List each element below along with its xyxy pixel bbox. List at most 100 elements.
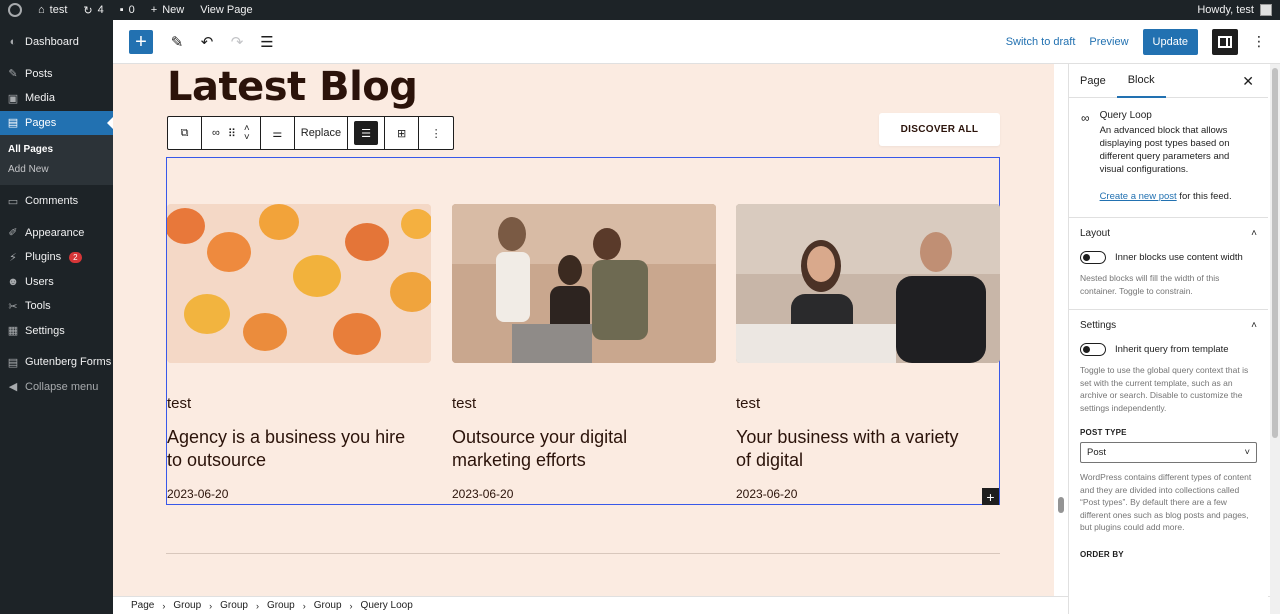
post-featured-image[interactable] xyxy=(452,204,716,363)
media-icon: ▣ xyxy=(7,92,19,105)
sidebar-item-gutenberg-forms[interactable]: ▤ Gutenberg Forms xyxy=(0,350,113,375)
breadcrumb-item[interactable]: Group xyxy=(220,600,248,611)
meeting-image xyxy=(736,204,1000,363)
sidebar-item-dashboard[interactable]: ◐ Dashboard xyxy=(0,30,113,55)
options-menu-button[interactable]: ⋮ xyxy=(1252,33,1266,50)
wrench-icon: ✂ xyxy=(8,300,18,313)
close-settings-button[interactable]: ✕ xyxy=(1242,73,1254,90)
list-layout-icon: ☰ xyxy=(354,121,379,145)
block-card: ∞ Query Loop An advanced block that allo… xyxy=(1069,98,1268,218)
discover-all-button[interactable]: DISCOVER ALL xyxy=(879,113,1000,146)
avatar xyxy=(1260,4,1272,16)
post-type-label: POST TYPE xyxy=(1080,428,1127,437)
home-icon: ⌂ xyxy=(38,4,45,16)
post-title[interactable]: Outsource your digital marketing efforts xyxy=(452,426,692,472)
list-view-layout-button[interactable]: ☰ xyxy=(348,117,386,149)
breadcrumb-item[interactable]: Group xyxy=(314,600,342,611)
list-view-button[interactable]: ☰ xyxy=(255,30,279,54)
brush-icon: ✐ xyxy=(8,227,18,240)
update-button[interactable]: Update xyxy=(1142,28,1198,55)
settings-panel-header[interactable]: Settings ˄ xyxy=(1080,320,1257,331)
inherit-query-toggle[interactable] xyxy=(1080,343,1106,356)
post-card[interactable]: test Your business with a variety of dig… xyxy=(736,204,1000,501)
plus-icon: + xyxy=(986,488,995,505)
post-date[interactable]: 2023-06-20 xyxy=(736,487,797,501)
grid-view-layout-button[interactable]: ⊞ xyxy=(385,117,420,149)
sidebar-item-users[interactable]: ☻ Users xyxy=(0,270,113,295)
pin-icon: ✎ xyxy=(8,68,18,81)
move-arrows[interactable]: ˄ ˅ xyxy=(244,124,250,143)
sidebar-item-appearance[interactable]: ✐ Appearance xyxy=(0,221,113,246)
view-page-link[interactable]: View Page xyxy=(192,0,260,20)
post-type-help-text: WordPress contains different types of co… xyxy=(1080,472,1252,532)
plugins-update-badge: 2 xyxy=(69,251,82,263)
switch-to-draft-button[interactable]: Switch to draft xyxy=(1006,36,1076,48)
wordpress-logo-button[interactable] xyxy=(0,0,30,20)
editor-toolbar: + ✎ ↶ ↷ ☰ Switch to draft Preview Update… xyxy=(113,20,1280,64)
account-menu[interactable]: Howdy, test xyxy=(1197,4,1280,16)
post-card[interactable]: test Agency is a business you hire to ou… xyxy=(167,204,431,501)
sidebar-item-plugins[interactable]: ⚡ Plugins 2 xyxy=(0,245,113,270)
post-featured-image[interactable] xyxy=(167,204,431,363)
block-parent-selector-button[interactable]: ⧉ xyxy=(168,117,202,149)
separator xyxy=(166,553,1000,554)
sidebar-item-settings[interactable]: ▦ Settings xyxy=(0,319,113,344)
chevron-up-icon: ˄ xyxy=(1251,228,1257,239)
panel-scrollbar[interactable] xyxy=(1272,68,1278,438)
post-date[interactable]: 2023-06-20 xyxy=(452,487,513,501)
drag-handle-icon[interactable]: ⠿ xyxy=(228,127,236,140)
post-card[interactable]: test Outsource your digital marketing ef… xyxy=(452,204,716,501)
undo-button[interactable]: ↶ xyxy=(195,30,219,54)
sidebar-subitem-add-new[interactable]: Add New xyxy=(0,159,113,179)
breadcrumb-item[interactable]: Page xyxy=(131,600,154,611)
chevron-down-icon[interactable]: ˅ xyxy=(244,133,250,143)
updates-link[interactable]: ↻ 4 xyxy=(75,0,111,20)
post-author[interactable]: test xyxy=(736,395,760,412)
sidebar-item-media[interactable]: ▣ Media xyxy=(0,86,113,111)
sidebar-item-tools[interactable]: ✂ Tools xyxy=(0,294,113,319)
site-name-link[interactable]: ⌂ test xyxy=(30,0,75,20)
redo-button[interactable]: ↷ xyxy=(225,30,249,54)
list-view-icon: ☰ xyxy=(260,33,274,51)
sidebar-item-collapse[interactable]: ◀ Collapse menu xyxy=(0,375,113,400)
sidebar-subitem-all-pages[interactable]: All Pages xyxy=(0,139,113,159)
undo-icon: ↶ xyxy=(200,33,214,51)
comments-link[interactable]: ▪ 0 xyxy=(112,0,143,20)
post-date[interactable]: 2023-06-20 xyxy=(167,487,228,501)
display-settings-button[interactable]: ⚌ xyxy=(261,117,295,149)
breadcrumb-item[interactable]: Group xyxy=(173,600,201,611)
query-loop-block-icon[interactable]: ∞ xyxy=(212,127,220,139)
post-title[interactable]: Agency is a business you hire to outsour… xyxy=(167,426,407,472)
office-team-image xyxy=(452,204,716,363)
sidebar-item-posts[interactable]: ✎ Posts xyxy=(0,62,113,87)
tab-page[interactable]: Page xyxy=(1069,64,1117,98)
dashboard-icon: ◐ xyxy=(9,36,17,49)
new-content-link[interactable]: + New xyxy=(143,0,192,20)
query-loop-block[interactable]: test Agency is a business you hire to ou… xyxy=(166,157,1000,505)
layout-panel-header[interactable]: Layout ˄ xyxy=(1080,228,1257,239)
replace-button[interactable]: Replace xyxy=(295,117,349,149)
post-author[interactable]: test xyxy=(452,395,476,412)
post-title[interactable]: Your business with a variety of digital xyxy=(736,426,976,472)
block-inserter-button[interactable]: + xyxy=(129,29,153,54)
post-author[interactable]: test xyxy=(167,395,191,412)
block-options-button[interactable]: ⋮ xyxy=(419,117,453,149)
preview-button[interactable]: Preview xyxy=(1089,36,1128,48)
sidebar-item-comments[interactable]: ▭ Comments xyxy=(0,189,113,214)
post-type-select[interactable]: Post ˅ xyxy=(1080,442,1257,463)
parent-block-icon: ⧉ xyxy=(180,126,189,139)
sidebar-item-pages[interactable]: ▤ Pages xyxy=(0,110,113,135)
redo-icon: ↷ xyxy=(230,33,244,51)
settings-panel-toggle[interactable] xyxy=(1212,28,1238,55)
inner-blocks-toggle[interactable] xyxy=(1080,251,1106,264)
append-block-button[interactable]: + xyxy=(982,488,999,505)
canvas-scroll-gutter xyxy=(1054,64,1068,596)
block-card-description: An advanced block that allows displaying… xyxy=(1099,125,1230,175)
breadcrumb-item[interactable]: Group xyxy=(267,600,295,611)
canvas-scrollbar[interactable] xyxy=(1058,497,1064,513)
post-featured-image[interactable] xyxy=(736,204,1000,363)
section-heading[interactable]: Latest Blog xyxy=(167,64,418,110)
create-new-post-link[interactable]: Create a new post xyxy=(1100,191,1177,202)
tab-block[interactable]: Block xyxy=(1116,64,1166,98)
tools-pencil-button[interactable]: ✎ xyxy=(165,30,189,54)
